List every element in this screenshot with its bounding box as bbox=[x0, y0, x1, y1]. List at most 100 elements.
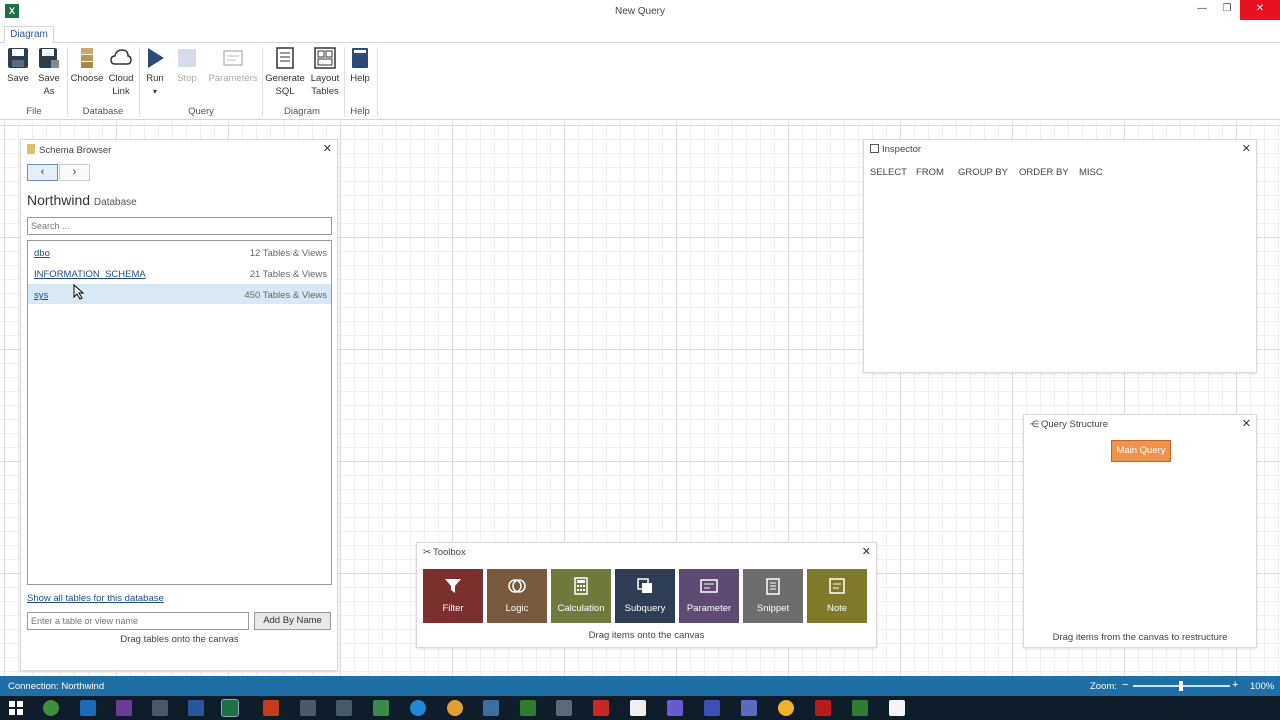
back-button[interactable]: ‹ bbox=[27, 164, 58, 181]
taskbar-app-icon[interactable] bbox=[741, 700, 757, 716]
query-structure-panel: ⋲ Query Structure ✕ Main Query Drag items… bbox=[1023, 414, 1257, 648]
taskbar-app-icon[interactable] bbox=[593, 700, 609, 716]
layout-tables-button[interactable]: Layout Tables bbox=[308, 47, 342, 98]
close-icon[interactable]: ✕ bbox=[862, 545, 871, 558]
parameter-label: Parameter bbox=[686, 603, 732, 614]
close-icon[interactable]: ✕ bbox=[1242, 417, 1251, 430]
taskbar-app-icon[interactable] bbox=[483, 700, 499, 716]
taskbar-app-icon[interactable] bbox=[152, 700, 168, 716]
taskbar-app-icon[interactable] bbox=[373, 700, 389, 716]
database-suffix: Database bbox=[93, 197, 137, 208]
schema-browser-panel: Schema Browser ✕ ‹ › Northwind Database … bbox=[20, 139, 338, 671]
outlook-icon[interactable] bbox=[80, 700, 96, 716]
schema-count: 450 Tables & Views bbox=[244, 290, 327, 301]
add-by-name-button[interactable]: Add By Name bbox=[254, 612, 331, 630]
close-icon[interactable]: ✕ bbox=[323, 142, 332, 155]
inspector-panel: Inspector ✕ SELECT FROM GROUP BY ORDER B… bbox=[863, 139, 1257, 373]
word-icon[interactable] bbox=[188, 700, 204, 716]
forward-button[interactable]: › bbox=[59, 164, 90, 181]
parameter-tool[interactable]: Parameter bbox=[679, 569, 739, 623]
taskbar-app-icon[interactable] bbox=[778, 700, 794, 716]
taskbar-app-icon[interactable] bbox=[667, 700, 683, 716]
choose-database-button[interactable]: Choose bbox=[70, 47, 104, 85]
group-label-file: File bbox=[26, 106, 42, 117]
schema-name[interactable]: dbo bbox=[34, 248, 50, 259]
taskbar-app-icon[interactable] bbox=[43, 700, 59, 716]
taskbar-app-icon[interactable] bbox=[630, 700, 646, 716]
stacked-pages-icon bbox=[636, 577, 654, 595]
wrench-icon: ✂ bbox=[423, 547, 431, 558]
title-bar: X New Query — ❐ ✕ bbox=[0, 0, 1280, 24]
tab-group-by[interactable]: GROUP BY bbox=[958, 167, 1008, 178]
list-item[interactable]: dbo 12 Tables & Views bbox=[28, 242, 331, 262]
chrome-icon[interactable] bbox=[447, 700, 463, 716]
save-as-label-2: As bbox=[43, 86, 55, 97]
mouse-cursor-icon bbox=[73, 283, 85, 303]
run-button[interactable]: Run ▾ bbox=[143, 47, 167, 98]
stop-button[interactable]: Stop bbox=[174, 47, 200, 85]
parameters-icon bbox=[222, 47, 244, 69]
calculation-label: Calculation bbox=[557, 603, 605, 614]
save-button[interactable]: Save bbox=[6, 47, 30, 85]
close-icon[interactable]: ✕ bbox=[1242, 142, 1251, 155]
choose-label: Choose bbox=[70, 73, 104, 84]
cloud-label-1: Cloud bbox=[108, 73, 134, 84]
search-input[interactable] bbox=[27, 217, 332, 235]
generate-sql-button[interactable]: Generate SQL bbox=[265, 47, 305, 98]
excel-icon[interactable] bbox=[221, 699, 239, 717]
taskbar-app-icon[interactable] bbox=[852, 700, 868, 716]
internet-explorer-icon[interactable] bbox=[410, 700, 426, 716]
chevron-down-icon[interactable]: ▾ bbox=[143, 85, 167, 98]
stop-icon bbox=[176, 47, 198, 69]
zoom-in-button[interactable]: + bbox=[1232, 679, 1238, 691]
taskbar-app-icon[interactable] bbox=[889, 700, 905, 716]
zoom-slider-handle[interactable] bbox=[1179, 681, 1183, 691]
database-title: Northwind Database bbox=[27, 192, 137, 208]
cloud-link-button[interactable]: Cloud Link bbox=[107, 47, 135, 98]
tab-select[interactable]: SELECT bbox=[870, 167, 907, 178]
group-label-diagram: Diagram bbox=[284, 106, 320, 117]
filter-label: Filter bbox=[442, 603, 464, 614]
minimize-button[interactable]: — bbox=[1188, 0, 1216, 20]
maximize-button[interactable]: ❐ bbox=[1213, 0, 1241, 20]
tab-from[interactable]: FROM bbox=[916, 167, 944, 178]
taskbar-app-icon[interactable] bbox=[815, 700, 831, 716]
filter-tool[interactable]: Filter bbox=[423, 569, 483, 623]
note-tool[interactable]: Note bbox=[807, 569, 867, 623]
taskbar-app-icon[interactable] bbox=[704, 700, 720, 716]
funnel-icon bbox=[444, 577, 462, 595]
zoom-slider-track[interactable] bbox=[1133, 681, 1230, 691]
close-button[interactable]: ✕ bbox=[1240, 0, 1280, 20]
save-as-button[interactable]: Save As bbox=[37, 47, 61, 98]
show-all-tables-link[interactable]: Show all tables for this database bbox=[27, 593, 164, 604]
parameters-button[interactable]: Parameters bbox=[207, 47, 259, 85]
main-query-node[interactable]: Main Query bbox=[1111, 440, 1171, 462]
toolbox-hint: Drag items onto the canvas bbox=[588, 630, 705, 641]
schema-name[interactable]: sys bbox=[34, 290, 48, 301]
windows-start-icon[interactable] bbox=[8, 700, 24, 716]
calculation-tool[interactable]: Calculation bbox=[551, 569, 611, 623]
taskbar-app-icon[interactable] bbox=[556, 700, 572, 716]
zoom-out-button[interactable]: − bbox=[1122, 679, 1128, 691]
query-canvas[interactable]: Schema Browser ✕ ‹ › Northwind Database … bbox=[0, 121, 1280, 676]
logic-tool[interactable]: Logic bbox=[487, 569, 547, 623]
inspector-title: Inspector bbox=[882, 144, 922, 155]
floppy-disk-pencil-icon bbox=[38, 47, 60, 69]
tab-order-by[interactable]: ORDER BY bbox=[1019, 167, 1069, 178]
tab-misc[interactable]: MISC bbox=[1079, 167, 1103, 178]
taskbar-app-icon[interactable] bbox=[300, 700, 316, 716]
powerpoint-icon[interactable] bbox=[263, 700, 279, 716]
schema-name[interactable]: INFORMATION_SCHEMA bbox=[34, 269, 146, 280]
taskbar-app-icon[interactable] bbox=[336, 700, 352, 716]
toolbox-header: ✂ Toolbox bbox=[423, 547, 466, 558]
table-name-input[interactable] bbox=[27, 612, 249, 630]
tab-diagram[interactable]: Diagram bbox=[4, 26, 54, 44]
taskbar-app-icon[interactable] bbox=[520, 700, 536, 716]
list-item[interactable]: INFORMATION_SCHEMA 21 Tables & Views bbox=[28, 263, 331, 283]
notepad-icon bbox=[764, 577, 782, 595]
help-button[interactable]: Help bbox=[348, 47, 372, 85]
database-name: Northwind bbox=[27, 192, 91, 208]
snippet-tool[interactable]: Snippet bbox=[743, 569, 803, 623]
subquery-tool[interactable]: Subquery bbox=[615, 569, 675, 623]
visual-studio-icon[interactable] bbox=[116, 700, 132, 716]
